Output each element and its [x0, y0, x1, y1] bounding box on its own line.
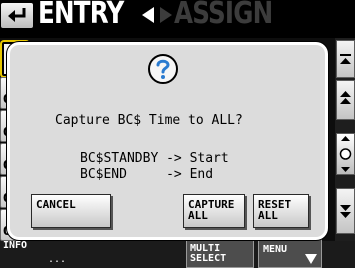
dialog-detail-line-2: BC$END -> End	[80, 167, 214, 182]
dialog-message: Capture BC$ Time to ALL?	[55, 113, 243, 128]
title-assign[interactable]: ASSIGN	[174, 0, 273, 30]
scroll-top-icon	[340, 54, 351, 64]
multi-select-button[interactable]: MULTI SELECT	[186, 239, 254, 268]
info-more: ...	[48, 254, 67, 265]
back-button[interactable]	[1, 3, 33, 28]
info-button[interactable]: INFO	[3, 240, 27, 251]
reset-all-button[interactable]: RESET ALL	[253, 194, 309, 228]
scroll-down-button[interactable]	[336, 188, 355, 234]
dialog-detail-line-1: BC$STANDBY -> Start	[80, 151, 229, 166]
capture-all-button[interactable]: CAPTURE ALL	[183, 194, 245, 228]
scroll-up-button[interactable]	[336, 80, 355, 120]
dropdown-triangle-icon	[305, 254, 317, 264]
scroll-thumb[interactable]	[336, 133, 355, 175]
left-right-arrows-icon	[142, 7, 172, 23]
return-arrow-icon	[8, 8, 26, 22]
question-icon	[148, 54, 178, 84]
title-entry[interactable]: ENTRY	[38, 0, 124, 30]
cancel-button[interactable]: CANCEL	[31, 194, 111, 228]
scroll-position-icon	[339, 136, 352, 172]
page-down-icon	[340, 205, 351, 218]
scroll-top-button[interactable]	[336, 40, 355, 78]
page-up-icon	[340, 91, 351, 104]
menu-button[interactable]: MENU	[258, 239, 322, 268]
